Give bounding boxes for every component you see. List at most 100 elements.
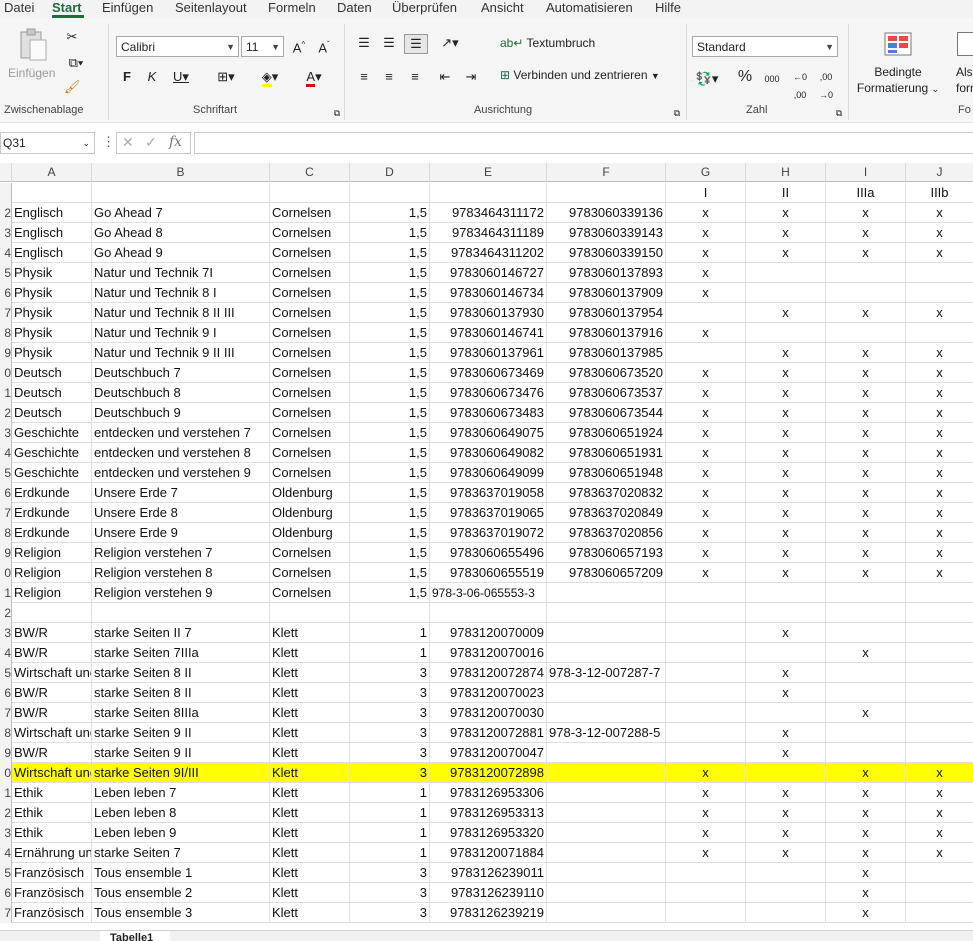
cell-a[interactable]: Englisch [12, 243, 92, 263]
cell-b[interactable]: entdecken und verstehen 9 [92, 463, 270, 483]
cell-f[interactable]: 9783060339143 [547, 223, 666, 243]
cell-a[interactable]: Ernährung und Soziales [12, 843, 92, 863]
cell-h[interactable]: x [746, 783, 826, 803]
column-header-d[interactable]: D [350, 163, 430, 182]
cell-d[interactable]: 1,5 [350, 383, 430, 403]
percent-icon[interactable]: % [736, 68, 754, 86]
cell-b[interactable]: Tous ensemble 1 [92, 863, 270, 883]
orientation-icon[interactable]: ↗▾ [433, 34, 467, 52]
row-number[interactable]: 2 [0, 203, 12, 223]
cell-f[interactable]: 9783060651931 [547, 443, 666, 463]
grow-font-icon[interactable]: A^ [289, 36, 309, 57]
cell-d[interactable] [350, 603, 430, 623]
cell-b[interactable]: Leben leben 8 [92, 803, 270, 823]
cell-b[interactable]: Natur und Technik 8 II III [92, 303, 270, 323]
cell-b[interactable]: Go Ahead 9 [92, 243, 270, 263]
cell-e[interactable]: 9783060655496 [430, 543, 547, 563]
cell-c[interactable]: Oldenburg [270, 503, 350, 523]
cell-a[interactable]: Französisch [12, 883, 92, 903]
cell-j[interactable]: x [906, 423, 973, 443]
cell-i[interactable] [826, 323, 906, 343]
menu-daten[interactable]: Daten [337, 0, 372, 18]
cell-i[interactable]: x [826, 483, 906, 503]
cell-c[interactable]: Klett [270, 683, 350, 703]
column-header-c[interactable]: C [270, 163, 350, 182]
cell-i[interactable]: x [826, 243, 906, 263]
conditional-formatting-icon[interactable] [884, 32, 912, 59]
cell-f[interactable]: 978-3-12-007287-7 [547, 663, 666, 683]
cell-j[interactable] [906, 743, 973, 763]
cell-h[interactable] [746, 603, 826, 623]
cell-d[interactable]: 1,5 [350, 483, 430, 503]
cell-j[interactable]: x [906, 203, 973, 223]
column-header-e[interactable]: E [430, 163, 547, 182]
cell-c[interactable]: Cornelsen [270, 403, 350, 423]
cell-b[interactable]: Religion verstehen 7 [92, 543, 270, 563]
cell-a[interactable]: Wirtschaft und Beruf [12, 723, 92, 743]
cell-i[interactable] [826, 583, 906, 603]
cell-i[interactable]: x [826, 903, 906, 923]
paste-button[interactable] [18, 28, 48, 62]
cell-d[interactable]: 3 [350, 723, 430, 743]
cell-i[interactable]: x [826, 563, 906, 583]
cell-a[interactable]: Physik [12, 343, 92, 363]
cell-c[interactable]: Cornelsen [270, 323, 350, 343]
cell-c[interactable]: Klett [270, 763, 350, 783]
cell-i[interactable]: x [826, 223, 906, 243]
cell-b[interactable]: starke Seiten 8IIIa [92, 703, 270, 723]
cell-j[interactable]: x [906, 243, 973, 263]
cell-a[interactable]: BW/R [12, 643, 92, 663]
cell-d[interactable]: 1,5 [350, 203, 430, 223]
cell-d[interactable]: 1,5 [350, 443, 430, 463]
cell-a[interactable]: Ethik [12, 783, 92, 803]
cell-j[interactable]: x [906, 303, 973, 323]
cell-header-iiib[interactable]: IIIb [906, 183, 973, 203]
cell-b[interactable]: Natur und Technik 9 II III [92, 343, 270, 363]
cell-e[interactable]: 9783120070016 [430, 643, 547, 663]
menu-formeln[interactable]: Formeln [268, 0, 316, 18]
cell-h[interactable]: x [746, 403, 826, 423]
cell-a[interactable]: Geschichte [12, 423, 92, 443]
cell-d[interactable]: 3 [350, 743, 430, 763]
cell-a[interactable]: Wirtschaft und Beruf [12, 663, 92, 683]
cell-h[interactable]: x [746, 383, 826, 403]
cell-i[interactable]: x [826, 463, 906, 483]
cell-i[interactable]: x [826, 783, 906, 803]
cell-h[interactable]: x [746, 563, 826, 583]
column-header-b[interactable]: B [92, 163, 270, 182]
cell-c[interactable]: Klett [270, 643, 350, 663]
cell-d[interactable]: 1 [350, 783, 430, 803]
cell-a[interactable]: Deutsch [12, 363, 92, 383]
cell-header-ii[interactable]: II [746, 183, 826, 203]
cell-d[interactable]: 1,5 [350, 423, 430, 443]
cell-g[interactable] [666, 903, 746, 923]
cell-e[interactable]: 9783060673483 [430, 403, 547, 423]
cell-a[interactable]: Physik [12, 283, 92, 303]
cell-e[interactable]: 9783060673469 [430, 363, 547, 383]
cell-d[interactable]: 1,5 [350, 523, 430, 543]
shrink-font-icon[interactable]: Aˇ [314, 36, 334, 57]
cell-d[interactable]: 3 [350, 663, 430, 683]
cell-b[interactable]: starke Seiten 9 II [92, 743, 270, 763]
cell-h[interactable]: x [746, 543, 826, 563]
cell-c[interactable]: Klett [270, 863, 350, 883]
cell-d[interactable]: 1,5 [350, 463, 430, 483]
cell-j[interactable]: x [906, 523, 973, 543]
cell-b[interactable]: Leben leben 7 [92, 783, 270, 803]
cell-b[interactable]: Natur und Technik 8 I [92, 283, 270, 303]
cell-e[interactable]: 9783637019058 [430, 483, 547, 503]
cell-b[interactable]: Tous ensemble 2 [92, 883, 270, 903]
menu-ueberpruefen[interactable]: Überprüfen [392, 0, 457, 18]
cell-d[interactable]: 1,5 [350, 503, 430, 523]
cell-g[interactable] [666, 583, 746, 603]
menu-seitenlayout[interactable]: Seitenlayout [175, 0, 247, 18]
cell-i[interactable]: x [826, 863, 906, 883]
cell-b[interactable]: Unsere Erde 7 [92, 483, 270, 503]
cell-h[interactable]: x [746, 743, 826, 763]
number-format-combo[interactable]: Standard ▼ [692, 36, 838, 57]
cell-e[interactable]: 9783464311172 [430, 203, 547, 223]
row-number[interactable]: 4 [0, 643, 12, 663]
cell-d[interactable]: 1,5 [350, 223, 430, 243]
cell-b[interactable]: starke Seiten 7IIIa [92, 643, 270, 663]
cell-h[interactable]: x [746, 423, 826, 443]
